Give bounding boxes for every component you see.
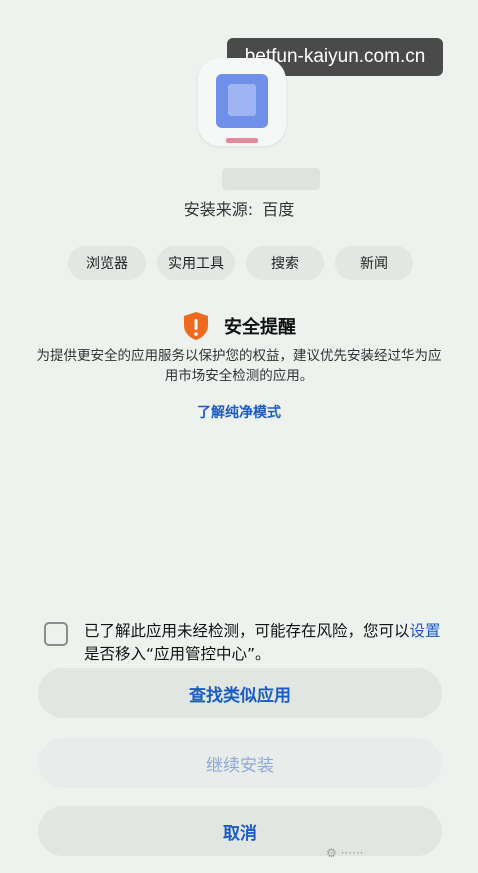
install-source-value: 百度 bbox=[262, 200, 295, 219]
cancel-button[interactable]: 取消 bbox=[38, 806, 442, 856]
app-icon-badge bbox=[226, 138, 258, 143]
watermark: ⚙ ······ bbox=[326, 846, 364, 860]
app-name bbox=[222, 168, 320, 190]
risk-consent-checkbox[interactable] bbox=[44, 622, 68, 646]
category-tags: 浏览器 实用工具 搜索 新闻 bbox=[68, 246, 413, 282]
install-source: 安装来源: 百度 bbox=[0, 196, 478, 220]
consent-text-before: 已了解此应用未经检测，可能存在风险，您可以 bbox=[84, 622, 410, 640]
security-alert-heading: 安全提醒 bbox=[182, 310, 296, 342]
tag-search: 搜索 bbox=[246, 246, 324, 280]
settings-link[interactable]: 设置 bbox=[410, 622, 441, 640]
tag-utilities: 实用工具 bbox=[157, 246, 235, 280]
risk-consent-text: 已了解此应用未经检测，可能存在风险，您可以设置是否移入“应用管控中心”。 bbox=[84, 620, 444, 666]
tag-browser: 浏览器 bbox=[68, 246, 146, 280]
app-icon bbox=[198, 58, 286, 146]
continue-install-button[interactable]: 继续安装 bbox=[38, 738, 442, 788]
security-alert-description: 为提供更安全的应用服务以保护您的权益，建议优先安装经过华为应用市场安全检测的应用… bbox=[36, 348, 442, 384]
security-alert-title: 安全提醒 bbox=[224, 317, 296, 338]
tag-news: 新闻 bbox=[335, 246, 413, 280]
app-glyph-icon bbox=[216, 74, 268, 128]
consent-text-after: 是否移入“应用管控中心”。 bbox=[84, 645, 271, 663]
install-source-label: 安装来源: bbox=[183, 200, 254, 219]
find-similar-button[interactable]: 查找类似应用 bbox=[38, 668, 442, 718]
learn-pure-mode-link[interactable]: 了解纯净模式 bbox=[0, 402, 478, 422]
shield-warning-icon bbox=[184, 312, 208, 340]
